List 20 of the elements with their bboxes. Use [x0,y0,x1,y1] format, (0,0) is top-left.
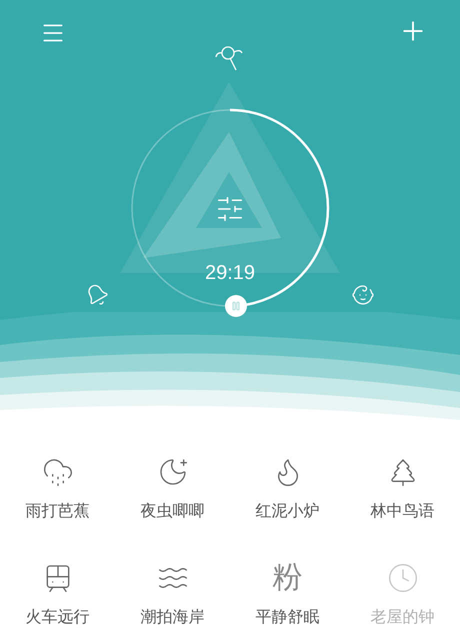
pause-icon [231,300,242,311]
sound-label: 火车远行 [26,608,90,628]
sound-label: 平静舒眠 [256,608,320,628]
sound-item[interactable]: 夜虫唧唧 [115,456,230,522]
sound-item[interactable]: 红泥小炉 [230,456,345,522]
sound-label: 雨打芭蕉 [26,502,90,522]
glyph-icon: 粉 [272,562,302,594]
sound-item[interactable]: 火车远行 [0,562,115,628]
equalizer-icon[interactable] [215,194,245,224]
sound-item[interactable]: 雨打芭蕉 [0,456,115,522]
sound-label: 夜虫唧唧 [140,502,204,522]
sound-item[interactable]: 潮拍海岸 [115,562,230,628]
sound-label: 林中鸟语 [370,502,434,522]
sound-label: 潮拍海岸 [140,608,204,628]
sound-label: 红泥小炉 [256,502,320,522]
sound-item[interactable]: 林中鸟语 [345,456,460,522]
pause-button[interactable] [225,294,248,317]
sound-label: 老屋的钟 [370,608,434,628]
sound-item[interactable]: 粉 平静舒眠 [230,562,345,628]
timer-text: 29:19 [204,261,256,286]
